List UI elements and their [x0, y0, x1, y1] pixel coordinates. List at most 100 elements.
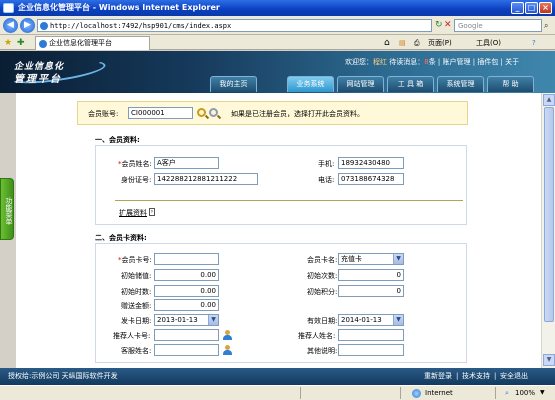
- stop-icon[interactable]: ✕: [444, 19, 453, 31]
- phone-input[interactable]: 18932430480: [338, 157, 404, 169]
- select-referrer-user-icon[interactable]: [222, 330, 232, 340]
- referrer-card-input[interactable]: [154, 329, 219, 341]
- account-manage-link[interactable]: 账户管理: [443, 58, 471, 66]
- tech-support-link[interactable]: 技术支持: [462, 368, 490, 385]
- issue-date-label: 发卡日期:: [121, 317, 152, 325]
- current-user[interactable]: 程红: [373, 58, 387, 66]
- zoom-level[interactable]: 100%: [515, 386, 535, 400]
- search-icon[interactable]: ⌕: [544, 20, 554, 31]
- app-footer: 授权给:示例公司 天纵国际软件开发 重新登录 | 技术支持 | 安全退出: [0, 368, 555, 385]
- init-balance-label: 初始储值:: [121, 272, 152, 280]
- other-notes-input[interactable]: [338, 344, 404, 356]
- status-divider: [300, 387, 301, 399]
- chevron-down-icon[interactable]: ▼: [393, 254, 403, 264]
- phone-label: 手机:: [318, 160, 335, 168]
- logout-link[interactable]: 安全退出: [500, 368, 528, 385]
- nav-tab-business[interactable]: 业务系统: [287, 76, 334, 92]
- id-number-label: 身份证号:: [121, 176, 152, 184]
- expand-info-link[interactable]: 扩展资料: [119, 208, 147, 218]
- member-name-input[interactable]: A客户: [154, 157, 219, 169]
- relogin-link[interactable]: 重新登录: [424, 368, 452, 385]
- about-link[interactable]: 关于: [505, 58, 519, 66]
- plugin-link[interactable]: 插件包: [477, 58, 498, 66]
- open-account-icon[interactable]: [209, 108, 218, 117]
- status-divider: [400, 387, 401, 399]
- security-zone[interactable]: Internet: [425, 386, 453, 400]
- home-icon[interactable]: ⌂: [384, 37, 390, 49]
- referrer-name-label: 推荐人姓名:: [298, 332, 336, 340]
- help-icon[interactable]: ?: [532, 37, 536, 49]
- maximize-button[interactable]: □: [525, 2, 538, 14]
- valid-date-value: 2014-01-13: [341, 316, 382, 324]
- content-scrollbar[interactable]: ▲ ▼: [541, 93, 555, 368]
- tab-bar: ★ ✚ 企业信息化管理平台 ⌂ ▤ ⎙ 页面(P) 工具(O) ?: [0, 35, 555, 50]
- status-divider: [495, 387, 496, 399]
- refresh-icon[interactable]: ↻: [435, 19, 443, 31]
- account-input[interactable]: CI000001: [128, 107, 193, 119]
- minimize-button[interactable]: _: [511, 2, 524, 14]
- tab-page-icon: [39, 40, 47, 48]
- scroll-thumb[interactable]: [544, 107, 554, 322]
- back-button[interactable]: ◀: [3, 18, 18, 33]
- nav-tab-home[interactable]: 我的主页: [210, 76, 257, 92]
- gift-amount-input[interactable]: 0.00: [154, 299, 219, 311]
- license-text: 授权给:示例公司 天纵国际软件开发: [8, 372, 118, 380]
- referrer-name-input[interactable]: [338, 329, 404, 341]
- valid-date-picker[interactable]: 2014-01-13 ▼: [338, 314, 404, 326]
- app-header: 企业信息化 管理平台 欢迎您：程红 待读消息：8条 | 账户管理 | 插件包 |…: [0, 51, 555, 93]
- init-balance-input[interactable]: 0.00: [154, 269, 219, 281]
- init-times-input[interactable]: 0: [338, 269, 404, 281]
- card-name-value: 充值卡: [341, 255, 362, 263]
- window-title-bar: 企业信息化管理平台 - Windows Internet Explorer _ …: [0, 0, 555, 16]
- address-bar: ◀ ▶ http://localhost:7492/hsp901/cms/ind…: [0, 16, 555, 35]
- ie-page-icon: [40, 22, 48, 30]
- scroll-up-icon[interactable]: ▲: [543, 94, 555, 106]
- telephone-input[interactable]: 073188674328: [338, 173, 404, 185]
- account-label: 会员账号:: [88, 110, 119, 118]
- browser-tab[interactable]: 企业信息化管理平台: [35, 36, 150, 50]
- zoom-chevron-down-icon[interactable]: ▼: [540, 386, 545, 400]
- member-section-title: 一、会员资料:: [95, 136, 140, 144]
- search-input[interactable]: Google: [454, 19, 542, 32]
- nav-tab-help[interactable]: 帮 助: [487, 76, 534, 92]
- service-staff-input[interactable]: [154, 344, 219, 356]
- nav-tab-system[interactable]: 系统管理: [437, 76, 484, 92]
- close-button[interactable]: ×: [539, 2, 552, 14]
- member-divider: [115, 200, 463, 201]
- account-lookup-box: 会员账号: CI000001 如果是已注册会员，选择打开此会员资料。: [77, 101, 468, 125]
- expand-toggle-icon[interactable]: ›: [149, 208, 155, 216]
- select-service-user-icon[interactable]: [222, 345, 232, 355]
- card-no-label: *会员卡号:: [118, 256, 152, 264]
- other-notes-label: 其他说明:: [307, 347, 338, 355]
- forward-button[interactable]: ▶: [20, 18, 35, 33]
- zoom-icon: ⌕: [505, 389, 509, 397]
- search-account-icon[interactable]: [197, 108, 206, 117]
- init-points-input[interactable]: 0: [338, 285, 404, 297]
- card-section-title: 二、会员卡资料:: [95, 234, 147, 242]
- chevron-down-icon[interactable]: ▼: [208, 315, 218, 325]
- init-hours-input[interactable]: 0.00: [154, 285, 219, 297]
- app-logo: 企业信息化 管理平台: [7, 56, 108, 88]
- valid-date-label: 有效日期:: [307, 317, 338, 325]
- favorites-star-icon[interactable]: ★: [4, 37, 12, 49]
- nav-tab-website[interactable]: 网站管理: [337, 76, 384, 92]
- id-number-input[interactable]: 142288212881211222: [154, 173, 258, 185]
- init-times-label: 初始次数:: [307, 272, 338, 280]
- chevron-down-icon[interactable]: ▼: [393, 315, 403, 325]
- page-menu[interactable]: 页面(P): [428, 37, 452, 49]
- url-field[interactable]: http://localhost:7492/hsp901/cms/index.a…: [37, 19, 432, 32]
- scroll-down-icon[interactable]: ▼: [543, 354, 555, 366]
- nav-tab-toolbox[interactable]: 工 具 箱: [387, 76, 434, 92]
- print-icon[interactable]: ⎙: [414, 37, 420, 49]
- card-name-label: 会员卡名:: [307, 256, 338, 264]
- add-favorites-icon[interactable]: ✚: [17, 37, 25, 49]
- welcome-prefix: 欢迎您：: [345, 58, 373, 66]
- tools-menu[interactable]: 工具(O): [476, 37, 501, 49]
- card-no-input[interactable]: [154, 253, 219, 265]
- window-title: 企业信息化管理平台 - Windows Internet Explorer: [18, 3, 220, 12]
- member-name-label: *会员姓名:: [118, 160, 152, 168]
- card-name-select[interactable]: 充值卡 ▼: [338, 253, 404, 265]
- feeds-icon[interactable]: ▤: [399, 37, 406, 49]
- function-menu-handle[interactable]: 功能菜单: [0, 178, 14, 240]
- issue-date-picker[interactable]: 2013-01-13 ▼: [154, 314, 219, 326]
